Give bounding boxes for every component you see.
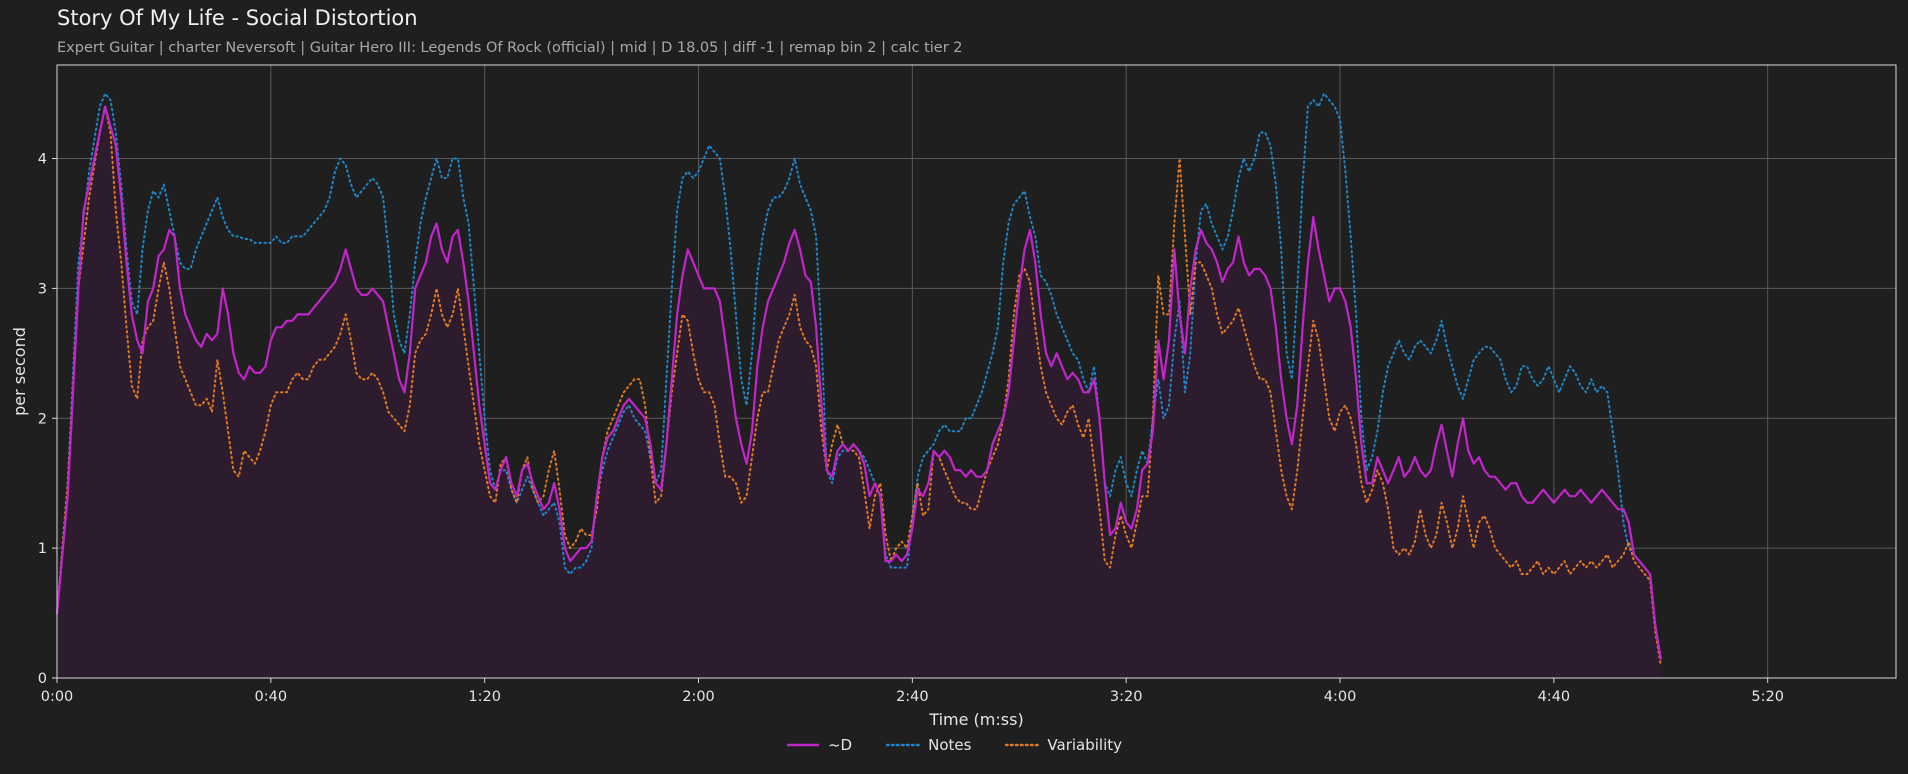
y-axis-ticks: 0 1 2 3 4 <box>38 152 57 687</box>
x-axis-label: Time (m:ss) <box>928 710 1023 729</box>
d-series-area <box>57 106 1661 679</box>
y-tick-label: 0 <box>38 671 47 687</box>
x-tick-label: 5:20 <box>1751 689 1784 705</box>
legend-item-notes: Notes <box>886 736 971 754</box>
x-axis-ticks: 0:00 0:40 1:20 2:00 2:40 3:20 4:00 4:40 5:20 <box>41 678 1784 705</box>
legend-swatch-d <box>786 743 819 747</box>
legend-label-d: ~D <box>827 736 853 754</box>
y-tick-label: 2 <box>38 411 47 427</box>
y-axis-label: per second <box>10 327 29 416</box>
legend-label-variability: Variability <box>1047 736 1123 754</box>
y-tick-label: 4 <box>38 152 47 168</box>
x-tick-label: 1:20 <box>468 689 501 705</box>
d-area-fill <box>57 106 1661 679</box>
x-tick-label: 0:00 <box>41 689 74 705</box>
x-tick-label: 2:00 <box>682 689 715 705</box>
legend-swatch-notes <box>886 743 921 747</box>
legend: ~D Notes Variability <box>0 736 1908 754</box>
y-tick-label: 3 <box>38 281 47 297</box>
legend-swatch-variability <box>1005 743 1040 747</box>
x-tick-label: 2:40 <box>896 689 929 705</box>
x-tick-label: 3:20 <box>1110 689 1143 705</box>
line-chart: 0:00 0:40 1:20 2:00 2:40 3:20 4:00 4:40 5:20 0 1 2… <box>10 64 1897 729</box>
y-tick-label: 1 <box>38 541 47 557</box>
x-tick-label: 4:00 <box>1324 689 1357 705</box>
legend-item-d: ~D <box>786 736 852 754</box>
x-tick-label: 0:40 <box>255 689 288 705</box>
x-tick-label: 4:40 <box>1538 689 1571 705</box>
legend-label-notes: Notes <box>928 736 972 754</box>
legend-item-variability: Variability <box>1005 736 1122 754</box>
